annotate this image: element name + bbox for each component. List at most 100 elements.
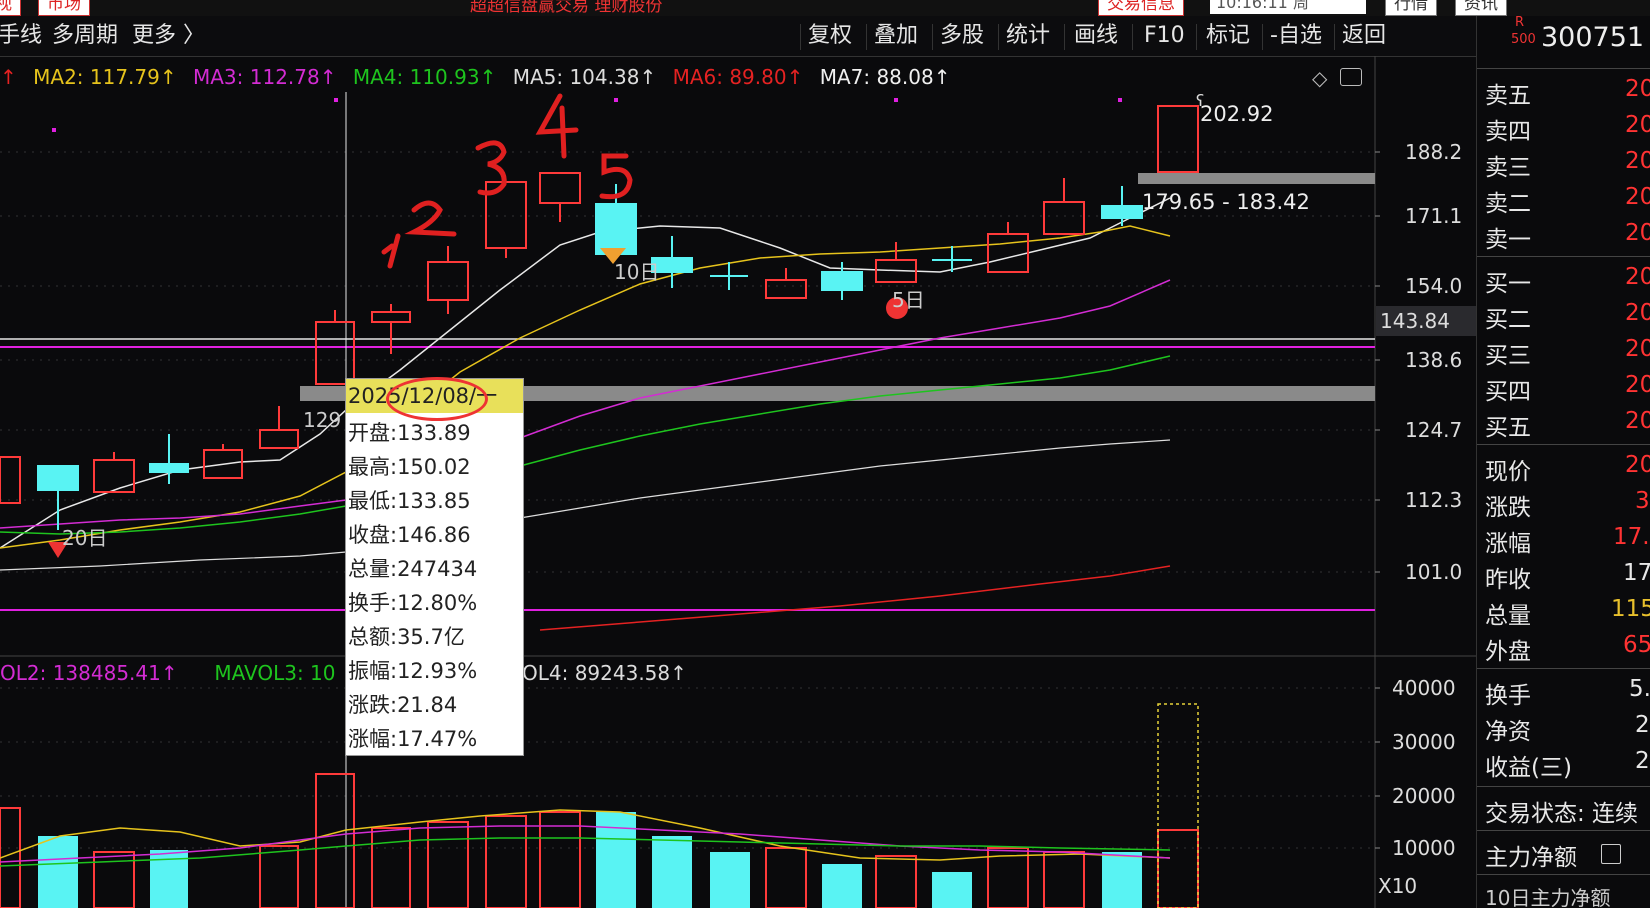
top-button-market[interactable]: 市场	[38, 0, 90, 16]
price-tick: 101.0	[1405, 560, 1463, 584]
back-button[interactable]: 返回	[1342, 16, 1386, 56]
ma6-label: MA6: 89.80↑	[672, 65, 804, 89]
candle-22	[1157, 105, 1199, 173]
ask-4-price: 20	[1625, 112, 1650, 138]
draw-line-button[interactable]: 画线	[1074, 16, 1118, 56]
candle-8	[371, 311, 411, 323]
stat-label-net-assets: 净资	[1485, 719, 1531, 745]
clock-display: 10:16:11 周	[1210, 0, 1366, 14]
ask-3-label: 卖三	[1485, 155, 1531, 181]
statistics-button[interactable]: 统计	[1006, 16, 1050, 56]
stat-value-eps: 2	[1635, 748, 1650, 774]
trade-status: 交易状态: 连续	[1485, 801, 1639, 827]
top-button-news[interactable]: 资讯	[1455, 0, 1507, 16]
days-5-label: 5日	[892, 288, 925, 312]
candle-tooltip: 2025/12/08/一 开盘:133.89 最高:150.02 最低:133.…	[345, 377, 524, 756]
stat-value-prev-close: 17	[1623, 560, 1650, 586]
multi-stock-button[interactable]: 多股	[940, 16, 984, 56]
diamond-icon[interactable]: ◇	[1312, 66, 1327, 90]
bid-4-label: 买四	[1485, 379, 1531, 405]
period-button[interactable]: 手线	[0, 16, 42, 56]
price-label-129: 129	[303, 408, 342, 432]
candle-6	[259, 429, 299, 449]
main-net-flow-label[interactable]: 主力净额	[1485, 838, 1577, 872]
chart-toolbar: 手线 多周期 更多 〉 复权 叠加 多股 统计 画线 F10 标记 -自选 返回	[0, 16, 1476, 57]
stat-value-price: 20	[1625, 452, 1650, 478]
stat-label-prev-close: 昨收	[1485, 567, 1531, 593]
tooltip-close: 收盘:146.86	[348, 523, 471, 547]
top-button-view[interactable]: 视	[0, 0, 21, 16]
stat-label-eps: 收益(三)	[1485, 755, 1572, 781]
badge-r: R	[1515, 15, 1525, 30]
candle-9	[427, 261, 469, 301]
ma-legend-bar: ↑ MA2: 117.79↑ MA3: 112.78↑ MA4: 110.93↑…	[0, 65, 951, 89]
ma4-label: MA4: 110.93↑	[352, 65, 497, 89]
ma7-label: MA7: 88.08↑	[819, 65, 951, 89]
watchlist-button[interactable]: -自选	[1270, 16, 1322, 56]
bid-5-price: 20	[1625, 408, 1650, 434]
f10-button[interactable]: F10	[1144, 16, 1185, 56]
bid-1-label: 买一	[1485, 271, 1531, 297]
overlay-button[interactable]: 叠加	[874, 16, 918, 56]
ask-1-price: 20	[1625, 220, 1650, 246]
ma2-label: MA2: 117.79↑	[33, 65, 177, 89]
stat-label-turnover: 换手	[1485, 683, 1531, 709]
candle-1	[0, 456, 21, 504]
kline-chart[interactable]: ʕ	[0, 56, 1476, 908]
price-tick: 112.3	[1405, 488, 1463, 512]
resistance-band-gray	[1138, 173, 1375, 184]
bid-2-price: 20	[1625, 300, 1650, 326]
days-10-label: 10日	[614, 260, 660, 284]
stat-value-net-assets: 2	[1635, 712, 1650, 738]
price-tick: 188.2	[1405, 140, 1463, 164]
top-button-quotes[interactable]: 行情	[1385, 0, 1437, 16]
stat-value-turnover: 5.	[1629, 676, 1650, 702]
tooltip-change-pct: 涨幅:17.47%	[348, 727, 478, 751]
price-tick: 124.7	[1405, 418, 1463, 442]
candle-12	[595, 203, 637, 255]
bid-5-label: 买五	[1485, 415, 1531, 441]
bid-2-label: 买二	[1485, 307, 1531, 333]
high-price-label: 202.92	[1200, 102, 1274, 126]
ask-4-label: 卖四	[1485, 119, 1531, 145]
bid-3-price: 20	[1625, 336, 1650, 362]
bid-3-label: 买三	[1485, 343, 1531, 369]
ask-5-label: 卖五	[1485, 83, 1531, 109]
candle-20	[1043, 201, 1085, 235]
panel-toggle-icon[interactable]	[1340, 68, 1362, 86]
stat-label-change: 涨跌	[1485, 495, 1531, 521]
tooltip-high: 最高:150.02	[348, 455, 471, 479]
adjust-button[interactable]: 复权	[808, 16, 852, 56]
ask-5-price: 20	[1625, 76, 1650, 102]
ma5-label: MA5: 104.38↑	[512, 65, 657, 89]
ask-3-price: 20	[1625, 148, 1650, 174]
mark-button[interactable]: 标记	[1206, 16, 1250, 56]
badge-500: 500	[1511, 32, 1536, 47]
stat-value-change: 3	[1635, 488, 1650, 514]
tooltip-low: 最低:133.85	[348, 489, 471, 513]
mavol3-label: MAVOL3: 10	[214, 661, 336, 685]
main-net-flow-10d: 10日主力净额	[1485, 886, 1611, 908]
candle-11	[539, 172, 581, 204]
ask-2-price: 20	[1625, 184, 1650, 210]
bid-1-price: 20	[1625, 264, 1650, 290]
volume-tick: 30000	[1392, 730, 1456, 754]
stat-label-change-pct: 涨幅	[1485, 531, 1531, 557]
current-price-tag: 143.84	[1376, 306, 1476, 336]
ma5-line	[0, 197, 1171, 549]
candle-3	[93, 459, 135, 493]
top-button-trade-info[interactable]: 交易信息	[1098, 0, 1184, 16]
volume-scale-label: X10	[1378, 874, 1418, 898]
ma6-line	[539, 565, 1171, 631]
stat-label-volume: 总量	[1485, 603, 1531, 629]
ma3-label: MA3: 112.78↑	[192, 65, 337, 89]
ma3-line	[0, 279, 1171, 529]
days-20-label: 20日	[62, 526, 108, 550]
date-highlight-circle	[386, 377, 488, 421]
stock-code: 300751	[1541, 22, 1645, 53]
multi-period-button[interactable]: 多周期	[52, 16, 118, 56]
more-button[interactable]: 更多 〉	[132, 16, 205, 56]
ask-1-label: 卖一	[1485, 227, 1531, 253]
list-icon[interactable]	[1601, 844, 1621, 864]
volume-tick: 10000	[1392, 836, 1456, 860]
